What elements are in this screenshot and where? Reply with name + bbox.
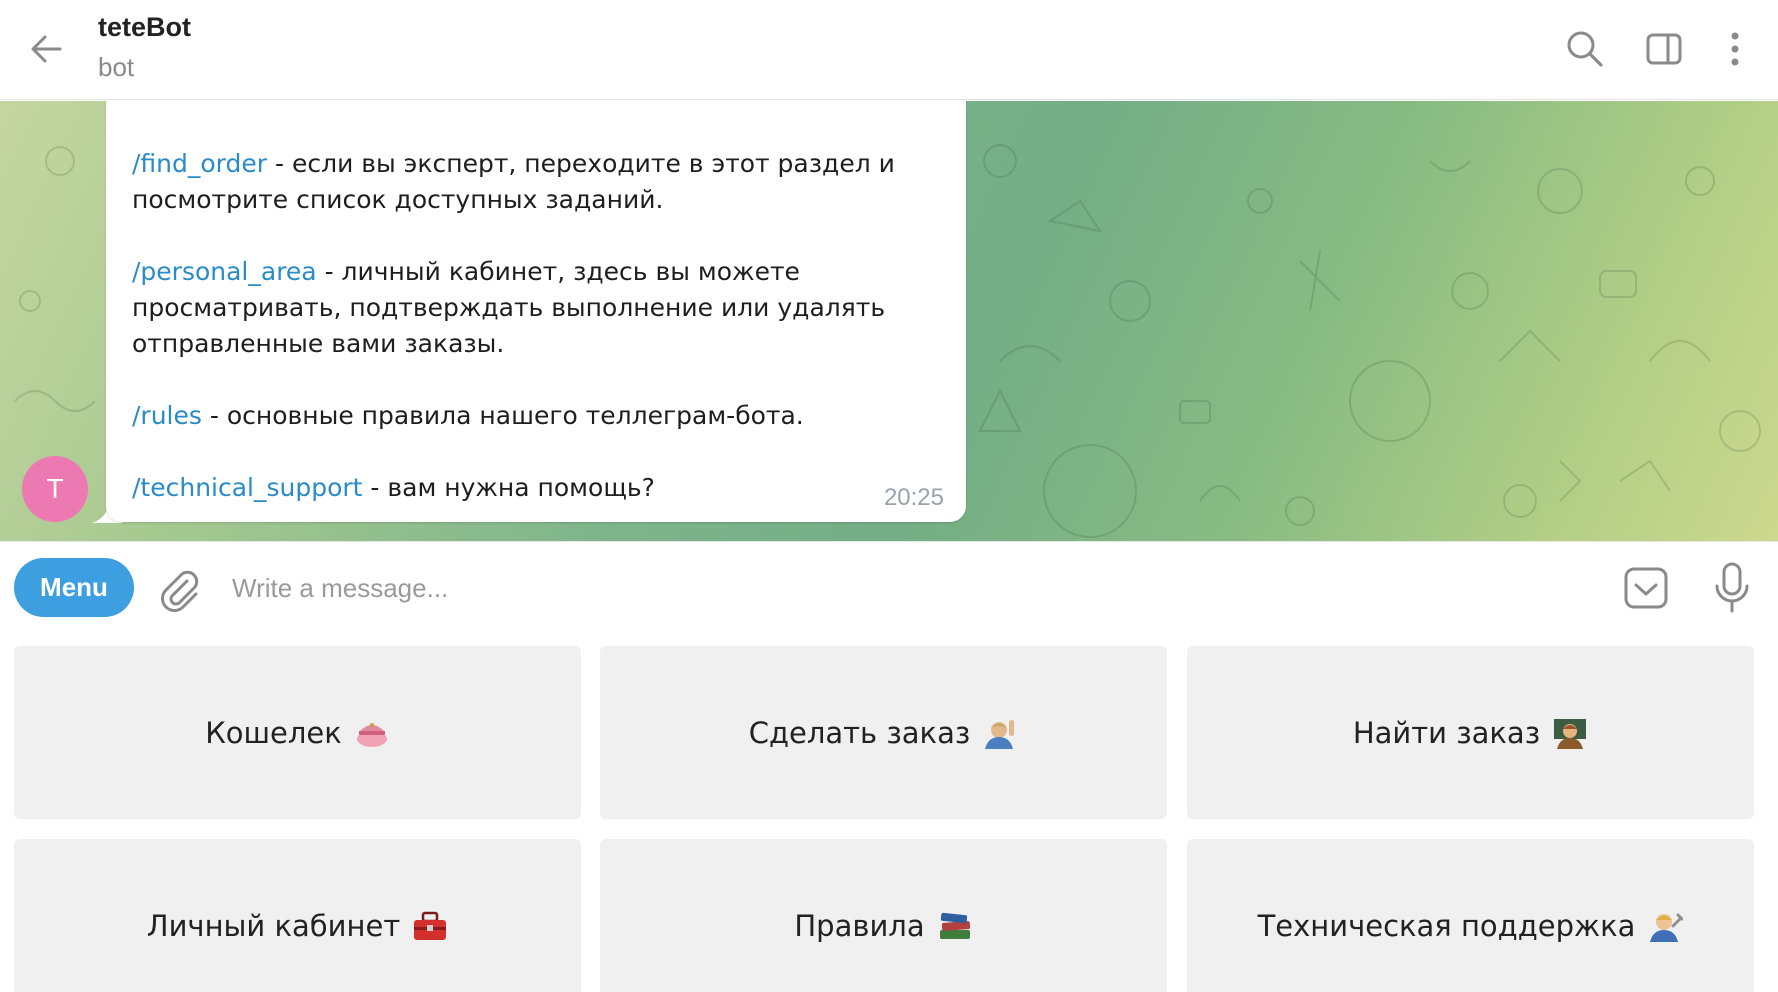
key-label: Личный кабинет: [146, 908, 401, 943]
purse-icon: [356, 722, 387, 747]
search-icon[interactable]: [1562, 26, 1608, 72]
chat-subtitle: bot: [98, 52, 135, 82]
message-line: /find_order - если вы эксперт, переходит…: [132, 146, 932, 218]
message-composer: Menu: [0, 541, 1778, 633]
microphone-icon[interactable]: [1708, 560, 1756, 616]
sidebar-toggle-icon[interactable]: [1641, 26, 1687, 72]
key-label: Техническая поддержка: [1257, 908, 1636, 943]
message-line: /technical_support - вам нужна помощь?: [132, 470, 932, 506]
key-label: Найти заказ: [1352, 715, 1541, 750]
message-text: /find_order - если вы эксперт, переходит…: [132, 146, 932, 506]
message-line: /personal_area - личный кабинет, здесь в…: [132, 254, 932, 362]
menu-button[interactable]: Menu: [14, 558, 134, 617]
bot-avatar[interactable]: T: [22, 456, 88, 522]
paperclip-icon[interactable]: [154, 564, 204, 614]
key-label: Кошелек: [205, 715, 342, 750]
key-label: Сделать заказ: [748, 715, 971, 750]
chat-header: teteBot bot: [0, 0, 1778, 100]
message-bubble[interactable]: /find_order - если вы эксперт, переходит…: [106, 101, 966, 522]
keyboard-button-find-order[interactable]: Найти заказ: [1187, 646, 1754, 819]
chat-area[interactable]: /find_order - если вы эксперт, переходит…: [0, 101, 1778, 541]
keyboard-button-make-order[interactable]: Сделать заказ: [600, 646, 1167, 819]
command-description: - вам нужна помощь?: [362, 473, 655, 502]
mechanic-icon: [1650, 913, 1684, 942]
key-label: Правила: [794, 908, 925, 943]
keyboard-button-personal-area[interactable]: Личный кабинет: [14, 839, 581, 992]
back-arrow-icon[interactable]: [24, 26, 70, 72]
toolbox-icon: [414, 911, 447, 940]
command-link[interactable]: /rules: [132, 401, 202, 430]
message-input[interactable]: [232, 562, 1592, 614]
command-link[interactable]: /technical_support: [132, 473, 362, 502]
keyboard-button-technical-support[interactable]: Техническая поддержка: [1187, 839, 1754, 992]
chat-title[interactable]: teteBot: [98, 12, 191, 43]
bot-reply-keyboard: Кошелек Сделать заказ Найти заказ Личный…: [0, 633, 1778, 992]
command-link[interactable]: /personal_area: [132, 257, 317, 286]
person-raising-hand-icon: [985, 719, 1015, 749]
more-vertical-icon[interactable]: [1712, 26, 1758, 72]
message-time: 20:25: [883, 484, 944, 511]
keyboard-button-wallet[interactable]: Кошелек: [14, 646, 581, 819]
books-icon: [939, 912, 970, 939]
command-link[interactable]: /find_order: [132, 149, 267, 178]
teacher-icon: [1554, 718, 1587, 749]
bot-keyboard-toggle-icon[interactable]: [1622, 564, 1670, 612]
keyboard-button-rules[interactable]: Правила: [600, 839, 1167, 992]
message-line: /rules - основные правила нашего теллегр…: [132, 398, 932, 434]
command-description: - основные правила нашего теллеграм-бота…: [201, 401, 804, 430]
